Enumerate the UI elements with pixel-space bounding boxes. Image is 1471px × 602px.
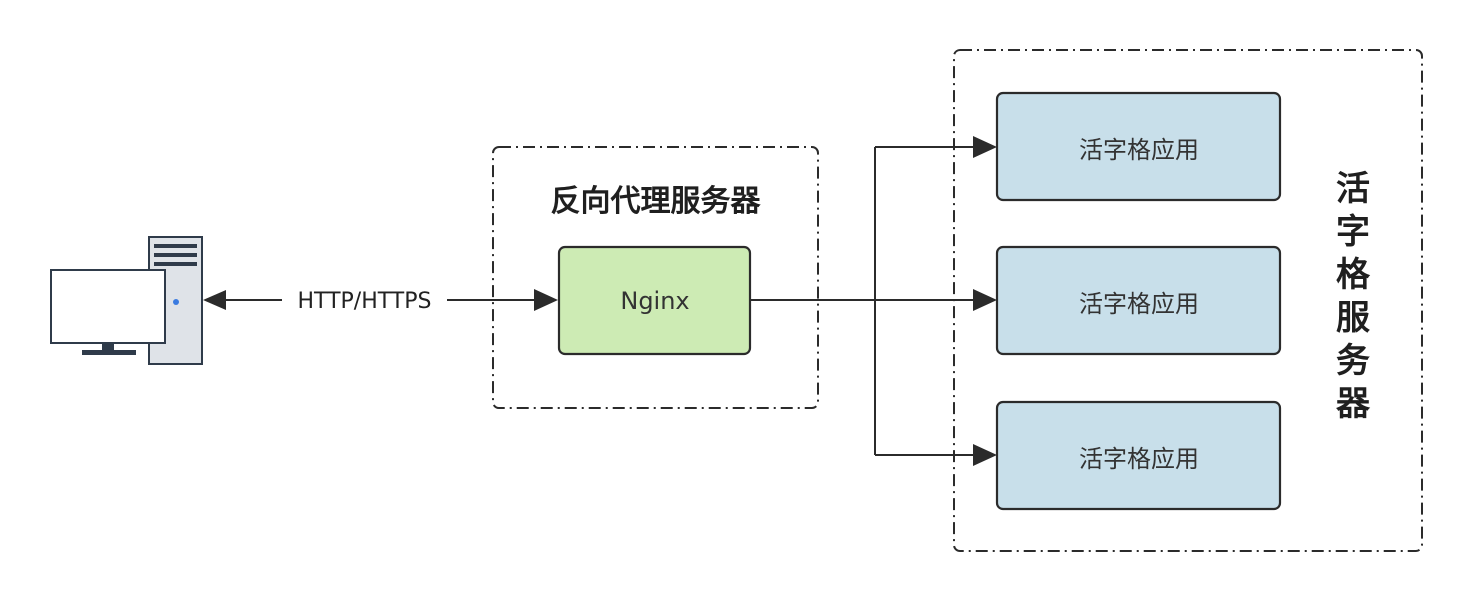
proxy-group-title: 反向代理服务器	[550, 184, 761, 219]
arrow-right-icon	[973, 289, 997, 311]
app-node-1-label: 活字格应用	[1079, 135, 1199, 164]
computer-icon	[50, 236, 203, 365]
diagram-canvas: 反向代理服务器 Nginx HTTP/HTTPS 活字格应用 活字格应用 活字格…	[0, 0, 1471, 602]
app-node-2-label: 活字格应用	[1079, 289, 1199, 318]
server-group-title: 活字格服务器	[1336, 169, 1370, 424]
http-edge-label: HTTP/HTTPS	[282, 286, 447, 316]
app-node-3-label: 活字格应用	[1079, 444, 1199, 473]
arrow-right-icon	[973, 444, 997, 466]
arrow-left-icon	[203, 290, 226, 310]
arrow-right-icon	[973, 136, 997, 158]
arrow-right-icon	[534, 289, 558, 311]
nginx-label: Nginx	[620, 287, 690, 315]
